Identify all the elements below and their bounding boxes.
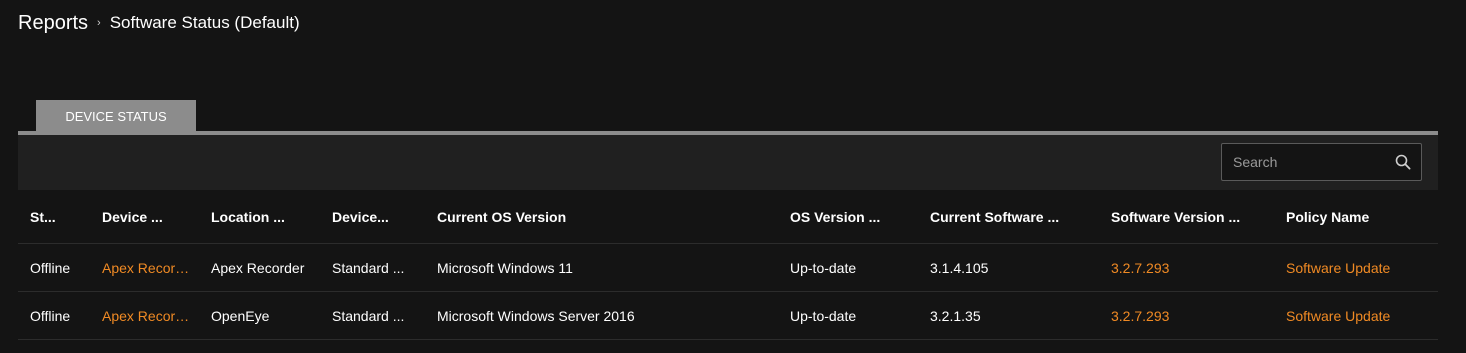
cell-status: Offline bbox=[18, 291, 90, 340]
cell-policy-name-link[interactable]: Software Update bbox=[1274, 243, 1438, 292]
cell-device-link[interactable]: Apex Recorder bbox=[90, 291, 199, 340]
column-header-location[interactable]: Location ... bbox=[199, 190, 320, 244]
table-row[interactable]: Offline Apex Recorder OpenEye Standard .… bbox=[18, 291, 1438, 340]
table-header-row: St... Device ... Location ... Device... … bbox=[18, 190, 1438, 244]
breadcrumb: Reports › Software Status (Default) bbox=[18, 10, 300, 36]
breadcrumb-separator-icon: › bbox=[97, 17, 101, 29]
search-box bbox=[1221, 143, 1422, 181]
cell-location: Apex Recorder bbox=[199, 243, 320, 292]
cell-os-version-status: Up-to-date bbox=[778, 291, 918, 340]
cell-software-version-link[interactable]: 3.2.7.293 bbox=[1099, 243, 1274, 292]
page-title: Software Status (Default) bbox=[109, 13, 300, 32]
breadcrumb-reports-link[interactable]: Reports bbox=[18, 12, 88, 35]
column-header-device-type[interactable]: Device... bbox=[320, 190, 425, 244]
column-header-status[interactable]: St... bbox=[18, 190, 90, 244]
cell-software-version-link[interactable]: 3.2.7.293 bbox=[1099, 291, 1274, 340]
tab-device-status[interactable]: DEVICE STATUS bbox=[36, 100, 196, 132]
column-header-policy-name[interactable]: Policy Name bbox=[1274, 190, 1438, 244]
cell-current-software: 3.2.1.35 bbox=[918, 291, 1099, 340]
column-header-software-version[interactable]: Software Version ... bbox=[1099, 190, 1274, 244]
cell-device-type: Standard ... bbox=[320, 291, 425, 340]
column-header-device[interactable]: Device ... bbox=[90, 190, 199, 244]
column-header-current-os-version[interactable]: Current OS Version bbox=[425, 190, 778, 244]
cell-policy-name-link[interactable]: Software Update bbox=[1274, 291, 1438, 340]
table-row[interactable]: Offline Apex Recorder Apex Recorder Stan… bbox=[18, 243, 1438, 292]
cell-os-version-status: Up-to-date bbox=[778, 243, 918, 292]
device-status-table: St... Device ... Location ... Device... … bbox=[18, 190, 1438, 340]
cell-current-os-version: Microsoft Windows Server 2016 bbox=[425, 291, 778, 340]
cell-device-type: Standard ... bbox=[320, 243, 425, 292]
search-input[interactable] bbox=[1222, 144, 1387, 180]
cell-status: Offline bbox=[18, 243, 90, 292]
cell-location: OpenEye bbox=[199, 291, 320, 340]
cell-current-software: 3.1.4.105 bbox=[918, 243, 1099, 292]
search-icon[interactable] bbox=[1395, 154, 1411, 170]
column-header-current-software[interactable]: Current Software ... bbox=[918, 190, 1099, 244]
table-toolbar bbox=[18, 135, 1438, 190]
column-header-os-version-status[interactable]: OS Version ... bbox=[778, 190, 918, 244]
cell-device-link[interactable]: Apex Recorder bbox=[90, 243, 199, 292]
cell-current-os-version: Microsoft Windows 11 bbox=[425, 243, 778, 292]
